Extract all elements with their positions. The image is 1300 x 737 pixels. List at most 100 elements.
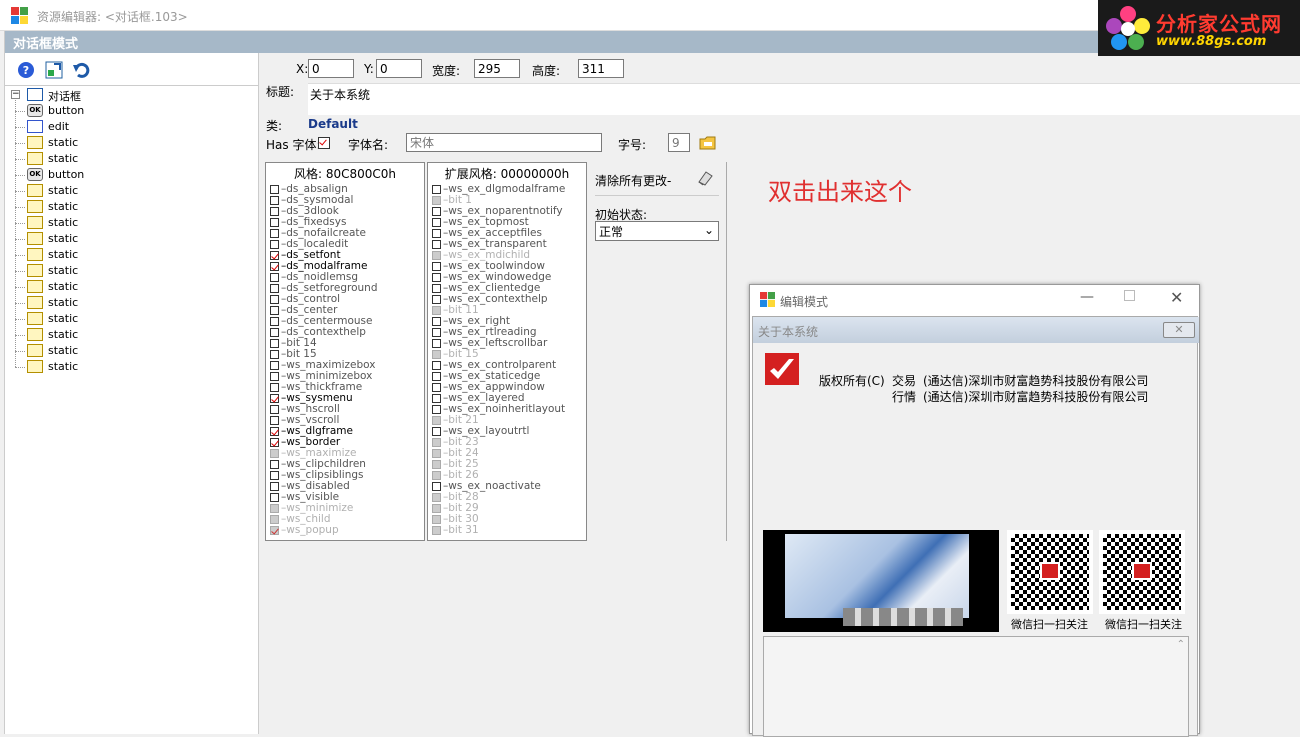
dialog-icon	[27, 88, 43, 101]
style-checkbox[interactable]	[270, 339, 279, 348]
row1-text: (通达信)深圳市财富趋势科技股份有限公司	[923, 374, 1149, 388]
style-checkbox[interactable]	[432, 328, 441, 337]
style-checkbox[interactable]	[432, 361, 441, 370]
has-font-checkbox[interactable]	[318, 137, 330, 149]
style-checkbox[interactable]	[270, 394, 279, 403]
style-checkbox[interactable]	[270, 460, 279, 469]
style-checkbox[interactable]	[270, 273, 279, 282]
style-checkbox	[432, 438, 441, 447]
tree-item-label: static	[48, 184, 79, 197]
style-checkbox[interactable]	[270, 317, 279, 326]
tree-item-label: static	[48, 264, 79, 277]
style-checkbox[interactable]	[270, 251, 279, 260]
eraser-icon[interactable]	[696, 170, 714, 186]
qr-code-1	[1007, 530, 1093, 614]
style-checkbox[interactable]	[432, 339, 441, 348]
style-checkbox	[432, 526, 441, 535]
tree-item-label: static	[48, 216, 79, 229]
layout-icon[interactable]	[45, 61, 63, 79]
row1-prefix: 交易	[892, 374, 917, 388]
static-icon	[27, 360, 43, 373]
style-checkbox[interactable]	[432, 207, 441, 216]
style-checkbox[interactable]	[432, 317, 441, 326]
height-label: 高度:	[532, 64, 561, 78]
maximize-icon[interactable]	[1124, 290, 1135, 301]
style-checkbox[interactable]	[270, 207, 279, 216]
initial-state-select[interactable]: 正常 ⌄	[595, 221, 719, 241]
control-tree-pane: ? − 对话框 OK button edit static static OK button…	[5, 53, 259, 734]
font-size-input[interactable]	[668, 133, 690, 152]
logo-url: www.88gs.com	[1156, 34, 1267, 49]
style-checkbox[interactable]	[270, 427, 279, 436]
ex-style-list-box: 扩展风格: 00000000h –ws_ex_dlgmodalframe –bit…	[427, 162, 587, 541]
style-checkbox[interactable]	[432, 185, 441, 194]
style-checkbox[interactable]	[432, 229, 441, 238]
collapse-icon[interactable]: −	[11, 90, 20, 99]
x-input[interactable]	[308, 59, 354, 78]
style-checkbox	[432, 460, 441, 469]
style-checkbox[interactable]	[432, 273, 441, 282]
tree-item-label: static	[48, 344, 79, 357]
style-checkbox[interactable]	[432, 372, 441, 381]
height-input[interactable]	[578, 59, 624, 78]
style-checkbox[interactable]	[432, 383, 441, 392]
undo-icon[interactable]	[72, 61, 90, 79]
style-checkbox[interactable]	[270, 262, 279, 271]
button-icon: OK	[27, 168, 43, 181]
style-checkbox[interactable]	[270, 438, 279, 447]
style-checkbox[interactable]	[432, 482, 441, 491]
style-checkbox[interactable]	[270, 493, 279, 502]
style-checkbox[interactable]	[432, 284, 441, 293]
style-checkbox[interactable]	[270, 471, 279, 480]
scroll-up-icon[interactable]: ⌃	[1177, 639, 1185, 650]
style-checkbox[interactable]	[432, 218, 441, 227]
style-checkbox[interactable]	[432, 240, 441, 249]
style-checkbox[interactable]	[270, 185, 279, 194]
style-checkbox[interactable]	[432, 295, 441, 304]
style-checkbox[interactable]	[432, 405, 441, 414]
style-checkbox[interactable]	[270, 218, 279, 227]
width-input[interactable]	[474, 59, 520, 78]
help-icon[interactable]: ?	[17, 61, 35, 79]
style-checkbox[interactable]	[270, 372, 279, 381]
static-icon	[27, 152, 43, 165]
width-label: 宽度:	[432, 64, 461, 78]
style-checkbox[interactable]	[270, 229, 279, 238]
style-checkbox[interactable]	[270, 383, 279, 392]
dialog-close-button[interactable]: ✕	[1163, 322, 1195, 338]
style-checkbox[interactable]	[270, 482, 279, 491]
style-checkbox[interactable]	[270, 240, 279, 249]
style-checkbox[interactable]	[270, 328, 279, 337]
style-checkbox[interactable]	[270, 350, 279, 359]
tree-item-label: static	[48, 200, 79, 213]
style-checkbox[interactable]	[270, 284, 279, 293]
static-icon	[27, 264, 43, 277]
close-icon[interactable]: ✕	[1170, 288, 1183, 307]
style-checkbox[interactable]	[270, 196, 279, 205]
style-checkbox[interactable]	[270, 405, 279, 414]
initial-state-value: 正常	[599, 225, 624, 239]
style-checkbox[interactable]	[432, 394, 441, 403]
style-checkbox[interactable]	[432, 262, 441, 271]
style-checkbox	[432, 449, 441, 458]
options-separator	[595, 195, 719, 196]
style-checkbox[interactable]	[270, 416, 279, 425]
clear-changes-button[interactable]: 清除所有更改-	[595, 172, 671, 189]
style-checkbox	[270, 515, 279, 524]
static-icon	[27, 232, 43, 245]
y-input[interactable]	[376, 59, 422, 78]
font-folder-icon[interactable]	[699, 135, 717, 151]
style-checkbox[interactable]	[270, 361, 279, 370]
info-textarea[interactable]: ⌃	[763, 636, 1189, 737]
title-input[interactable]: 关于本系统	[308, 83, 1300, 115]
style-checkbox[interactable]	[432, 427, 441, 436]
preview-window: 编辑模式 — ✕ 关于本系统 ✕ 版权所有(C) 交易 (通达信)深圳市财富趋势…	[749, 284, 1200, 737]
style-checkbox	[432, 251, 441, 260]
svg-text:?: ?	[23, 64, 29, 77]
minimize-icon[interactable]: —	[1080, 289, 1094, 305]
style-checkbox	[432, 306, 441, 315]
style-checkbox[interactable]	[270, 295, 279, 304]
style-checkbox[interactable]	[270, 306, 279, 315]
font-name-input[interactable]	[406, 133, 602, 152]
title-label: 标题:	[266, 85, 295, 99]
